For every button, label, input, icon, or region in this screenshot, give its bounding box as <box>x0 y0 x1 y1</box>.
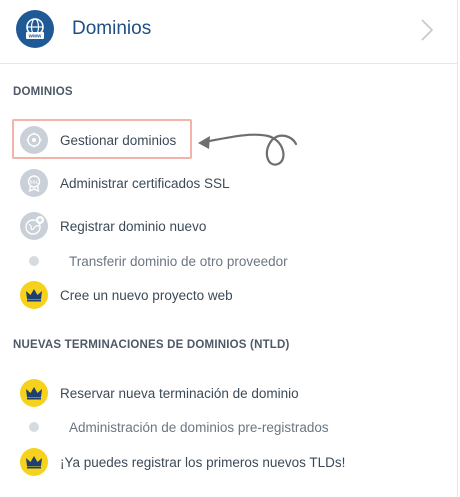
menu-item-label: Reservar nueva terminación de dominio <box>60 385 299 401</box>
menu-item-registrar-dominio[interactable]: Registrar dominio nuevo <box>20 211 206 241</box>
menu-item-label: Registrar dominio nuevo <box>60 218 207 234</box>
menu-item-proyecto-web[interactable]: Cree un nuevo proyecto web <box>20 280 233 310</box>
domains-menu-panel: www Dominios DOMINIOS Gestionar dominios <box>0 0 458 497</box>
menu-item-label: Transferir dominio de otro proveedor <box>69 253 288 269</box>
menu-item-gestionar-dominios[interactable]: Gestionar dominios <box>20 125 176 155</box>
globe-gear-icon <box>20 126 48 154</box>
menu-item-reservar-terminacion[interactable]: Reservar nueva terminación de dominio <box>20 378 299 408</box>
menu-item-label: Administrar certificados SSL <box>60 175 230 191</box>
annotation-arrow-icon <box>198 133 298 166</box>
dot-icon <box>29 256 39 266</box>
menu-item-administrar-ssl[interactable]: SSL Administrar certificados SSL <box>20 168 230 198</box>
section-title-dominios: DOMINIOS <box>13 86 73 98</box>
crown-icon <box>20 379 48 407</box>
svg-text:www: www <box>28 34 43 40</box>
chevron-right-icon[interactable] <box>416 17 436 43</box>
menu-item-transferir-dominio[interactable]: Transferir dominio de otro proveedor <box>20 246 288 276</box>
menu-item-label: Gestionar dominios <box>60 132 177 148</box>
section-title-ntld: NUEVAS TERMINACIONES DE DOMINIOS (NTLD) <box>13 339 290 351</box>
menu-item-label: ¡Ya puedes registrar los primeros nuevos… <box>60 454 346 470</box>
globe-plus-icon <box>20 212 48 240</box>
menu-header[interactable]: www Dominios <box>0 0 458 64</box>
page-title: Dominios <box>72 18 152 39</box>
menu-item-pre-registrados[interactable]: Administración de dominios pre-registrad… <box>20 412 329 442</box>
globe-www-icon: www <box>16 10 54 48</box>
menu-item-nuevos-tlds[interactable]: ¡Ya puedes registrar los primeros nuevos… <box>20 447 345 477</box>
menu-item-label: Cree un nuevo proyecto web <box>60 287 233 303</box>
ssl-badge-icon: SSL <box>20 169 48 197</box>
menu-item-label: Administración de dominios pre-registrad… <box>69 419 329 435</box>
crown-icon <box>20 448 48 476</box>
crown-icon <box>20 281 48 309</box>
svg-text:SSL: SSL <box>30 180 39 185</box>
dot-icon <box>29 422 39 432</box>
